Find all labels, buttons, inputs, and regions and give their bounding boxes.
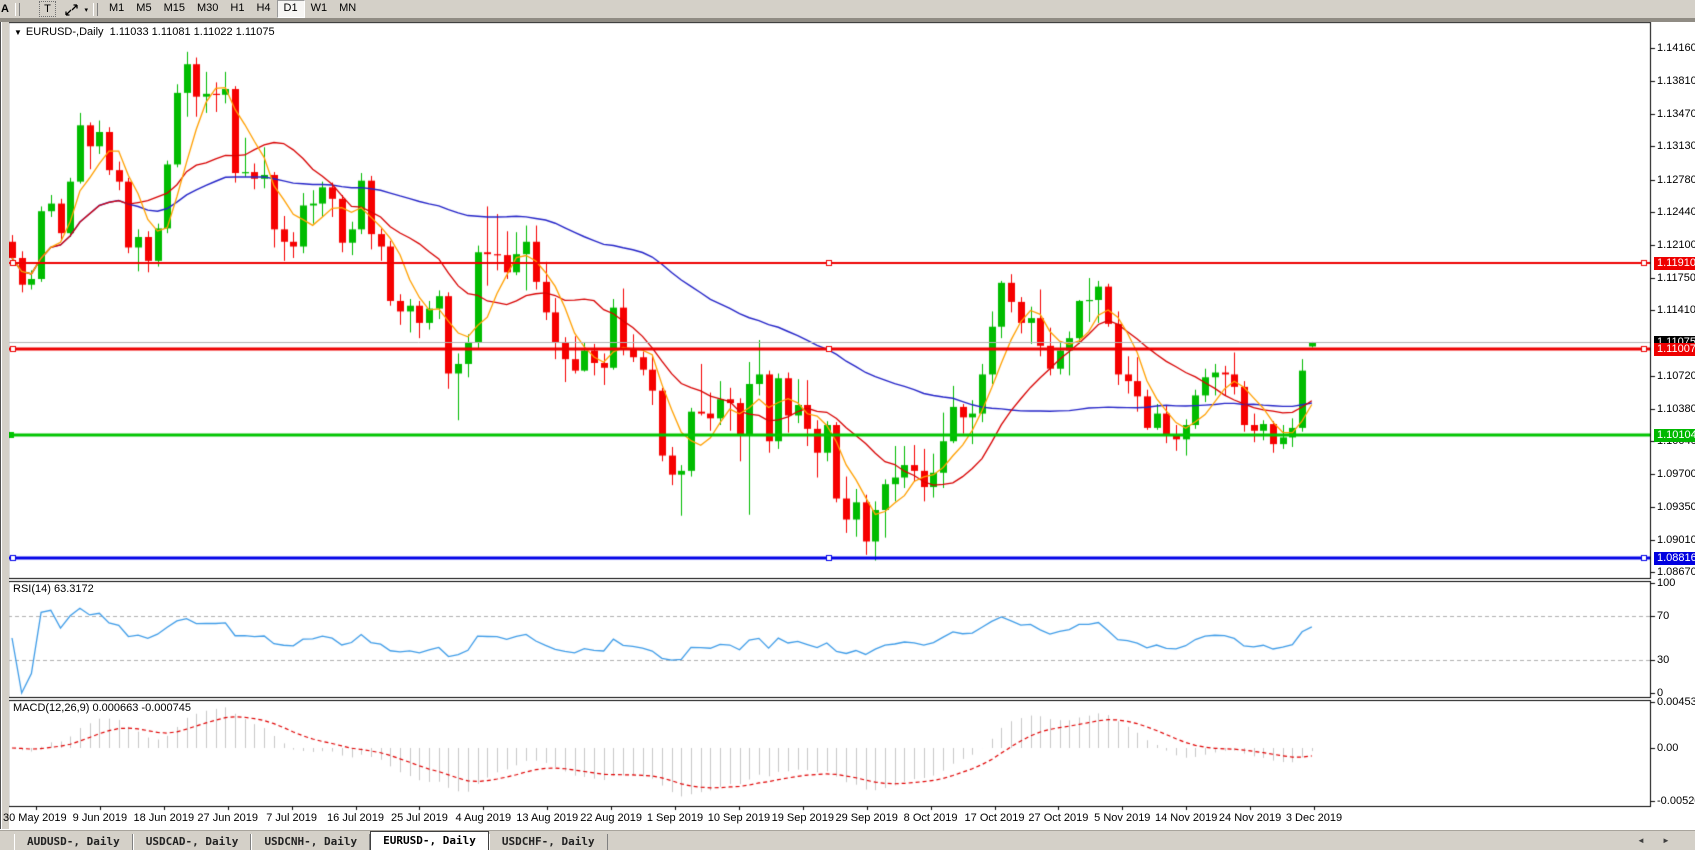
price-tick-label: 1.13470 <box>1657 108 1695 120</box>
toolbar: A T ▾ M1M5M15M30H1H4D1W1MN <box>0 0 1695 18</box>
macd-tick-label: -0.005205 <box>1657 795 1695 807</box>
timeframe-button-m30[interactable]: M30 <box>191 0 224 16</box>
date-tick-label: 7 Jul 2019 <box>266 812 317 824</box>
date-tick-label: 9 Jun 2019 <box>73 812 127 824</box>
date-tick-label: 30 May 2019 <box>3 812 67 824</box>
price-tick-label: 1.09700 <box>1657 468 1695 480</box>
macd-tick-label: 0.004536 <box>1657 696 1695 708</box>
chart-ohlc-values: 1.11033 1.11081 1.11022 1.11075 <box>110 26 275 38</box>
toolbar-separator <box>15 3 20 16</box>
rsi-indicator-label: RSI(14) 63.3172 <box>13 583 94 595</box>
macd-tick-label: 0.00 <box>1657 742 1678 754</box>
macd-indicator-label: MACD(12,26,9) 0.000663 -0.000745 <box>13 702 191 714</box>
price-tick-label: 1.11410 <box>1657 304 1695 316</box>
chevron-down-icon: ▾ <box>84 6 88 14</box>
chart-title: ▼ EURUSD-,Daily 1.11033 1.11081 1.11022 1… <box>14 26 275 38</box>
chart-tab-bar: AUDUSD-, DailyUSDCAD-, DailyUSDCNH-, Dai… <box>0 829 1695 850</box>
timeframe-button-h4[interactable]: H4 <box>250 0 276 16</box>
date-tick-label: 13 Aug 2019 <box>516 812 578 824</box>
date-tick-label: 29 Sep 2019 <box>835 812 897 824</box>
timeframe-button-d1[interactable]: D1 <box>277 0 305 18</box>
date-tick-label: 4 Aug 2019 <box>455 812 511 824</box>
price-level-badge: 1.10104 <box>1654 429 1695 442</box>
date-tick-label: 25 Jul 2019 <box>391 812 448 824</box>
price-tick-label: 1.14160 <box>1657 42 1695 54</box>
date-tick-label: 16 Jul 2019 <box>327 812 384 824</box>
timeframe-button-m15[interactable]: M15 <box>158 0 191 16</box>
price-tick-label: 1.09010 <box>1657 534 1695 546</box>
price-tick-label: 1.12440 <box>1657 206 1695 218</box>
chart-dropdown-icon[interactable]: ▼ <box>14 28 22 37</box>
text-tool-icon[interactable]: T <box>39 1 56 17</box>
date-tick-label: 14 Nov 2019 <box>1155 812 1217 824</box>
price-tick-label: 1.13130 <box>1657 140 1695 152</box>
date-tick-label: 17 Oct 2019 <box>965 812 1025 824</box>
rsi-tick-label: 30 <box>1657 654 1669 666</box>
timeframe-button-m5[interactable]: M5 <box>130 0 157 16</box>
timeframe-buttons: M1M5M15M30H1H4D1W1MN <box>103 0 362 18</box>
chart-tab-usdcnh[interactable]: USDCNH-, Daily <box>251 834 370 850</box>
date-tick-label: 22 Aug 2019 <box>580 812 642 824</box>
chart-tab-eurusd[interactable]: EURUSD-, Daily <box>370 831 489 850</box>
date-tick-label: 27 Jun 2019 <box>197 812 258 824</box>
tabbar-corner <box>0 830 14 850</box>
rsi-tick-label: 100 <box>1657 577 1675 589</box>
price-tick-label: 1.11750 <box>1657 272 1695 284</box>
date-tick-label: 3 Dec 2019 <box>1286 812 1342 824</box>
price-level-badge: 1.11007 <box>1654 343 1695 356</box>
date-tick-label: 10 Sep 2019 <box>708 812 770 824</box>
rsi-tick-label: 70 <box>1657 610 1669 622</box>
chart-symbol-label: EURUSD-,Daily <box>26 26 104 38</box>
price-tick-label: 1.13810 <box>1657 75 1695 87</box>
price-tick-label: 1.12100 <box>1657 239 1695 251</box>
price-tick-label: 1.10380 <box>1657 403 1695 415</box>
trading-terminal-window: { "toolbar": { "icon_a": "A", "icon_t": … <box>0 0 1695 850</box>
date-tick-label: 19 Sep 2019 <box>772 812 834 824</box>
letter-a-icon[interactable]: A <box>1 3 10 15</box>
timeframe-button-h1[interactable]: H1 <box>224 0 250 16</box>
date-tick-label: 8 Oct 2019 <box>904 812 958 824</box>
price-level-badge: 1.08816 <box>1654 552 1695 565</box>
window-top-border <box>0 18 1695 22</box>
date-tick-label: 27 Oct 2019 <box>1028 812 1088 824</box>
window-left-border <box>0 22 9 850</box>
arrows-tool-icon[interactable]: ▾ <box>64 2 88 17</box>
timeframe-button-mn[interactable]: MN <box>333 0 362 16</box>
date-tick-label: 1 Sep 2019 <box>647 812 703 824</box>
timeframe-button-m1[interactable]: M1 <box>103 0 130 16</box>
price-tick-label: 1.10720 <box>1657 370 1695 382</box>
chart-tab-usdcad[interactable]: USDCAD-, Daily <box>133 834 252 850</box>
price-tick-label: 1.09350 <box>1657 501 1695 513</box>
tab-scroll-right-icon[interactable]: ► <box>1662 836 1670 845</box>
tab-scroll-left-icon[interactable]: ◄ <box>1637 836 1645 845</box>
date-tick-label: 24 Nov 2019 <box>1219 812 1281 824</box>
timeframe-button-w1[interactable]: W1 <box>305 0 334 16</box>
chart-tab-audusd[interactable]: AUDUSD-, Daily <box>14 834 133 850</box>
date-tick-label: 18 Jun 2019 <box>134 812 195 824</box>
chart-canvas[interactable] <box>0 0 1695 850</box>
date-tick-label: 5 Nov 2019 <box>1094 812 1150 824</box>
price-level-badge: 1.11910 <box>1654 257 1695 270</box>
price-tick-label: 1.12780 <box>1657 174 1695 186</box>
chart-tab-usdchf[interactable]: USDCHF-, Daily <box>489 834 608 850</box>
toolbar-separator <box>93 3 98 16</box>
